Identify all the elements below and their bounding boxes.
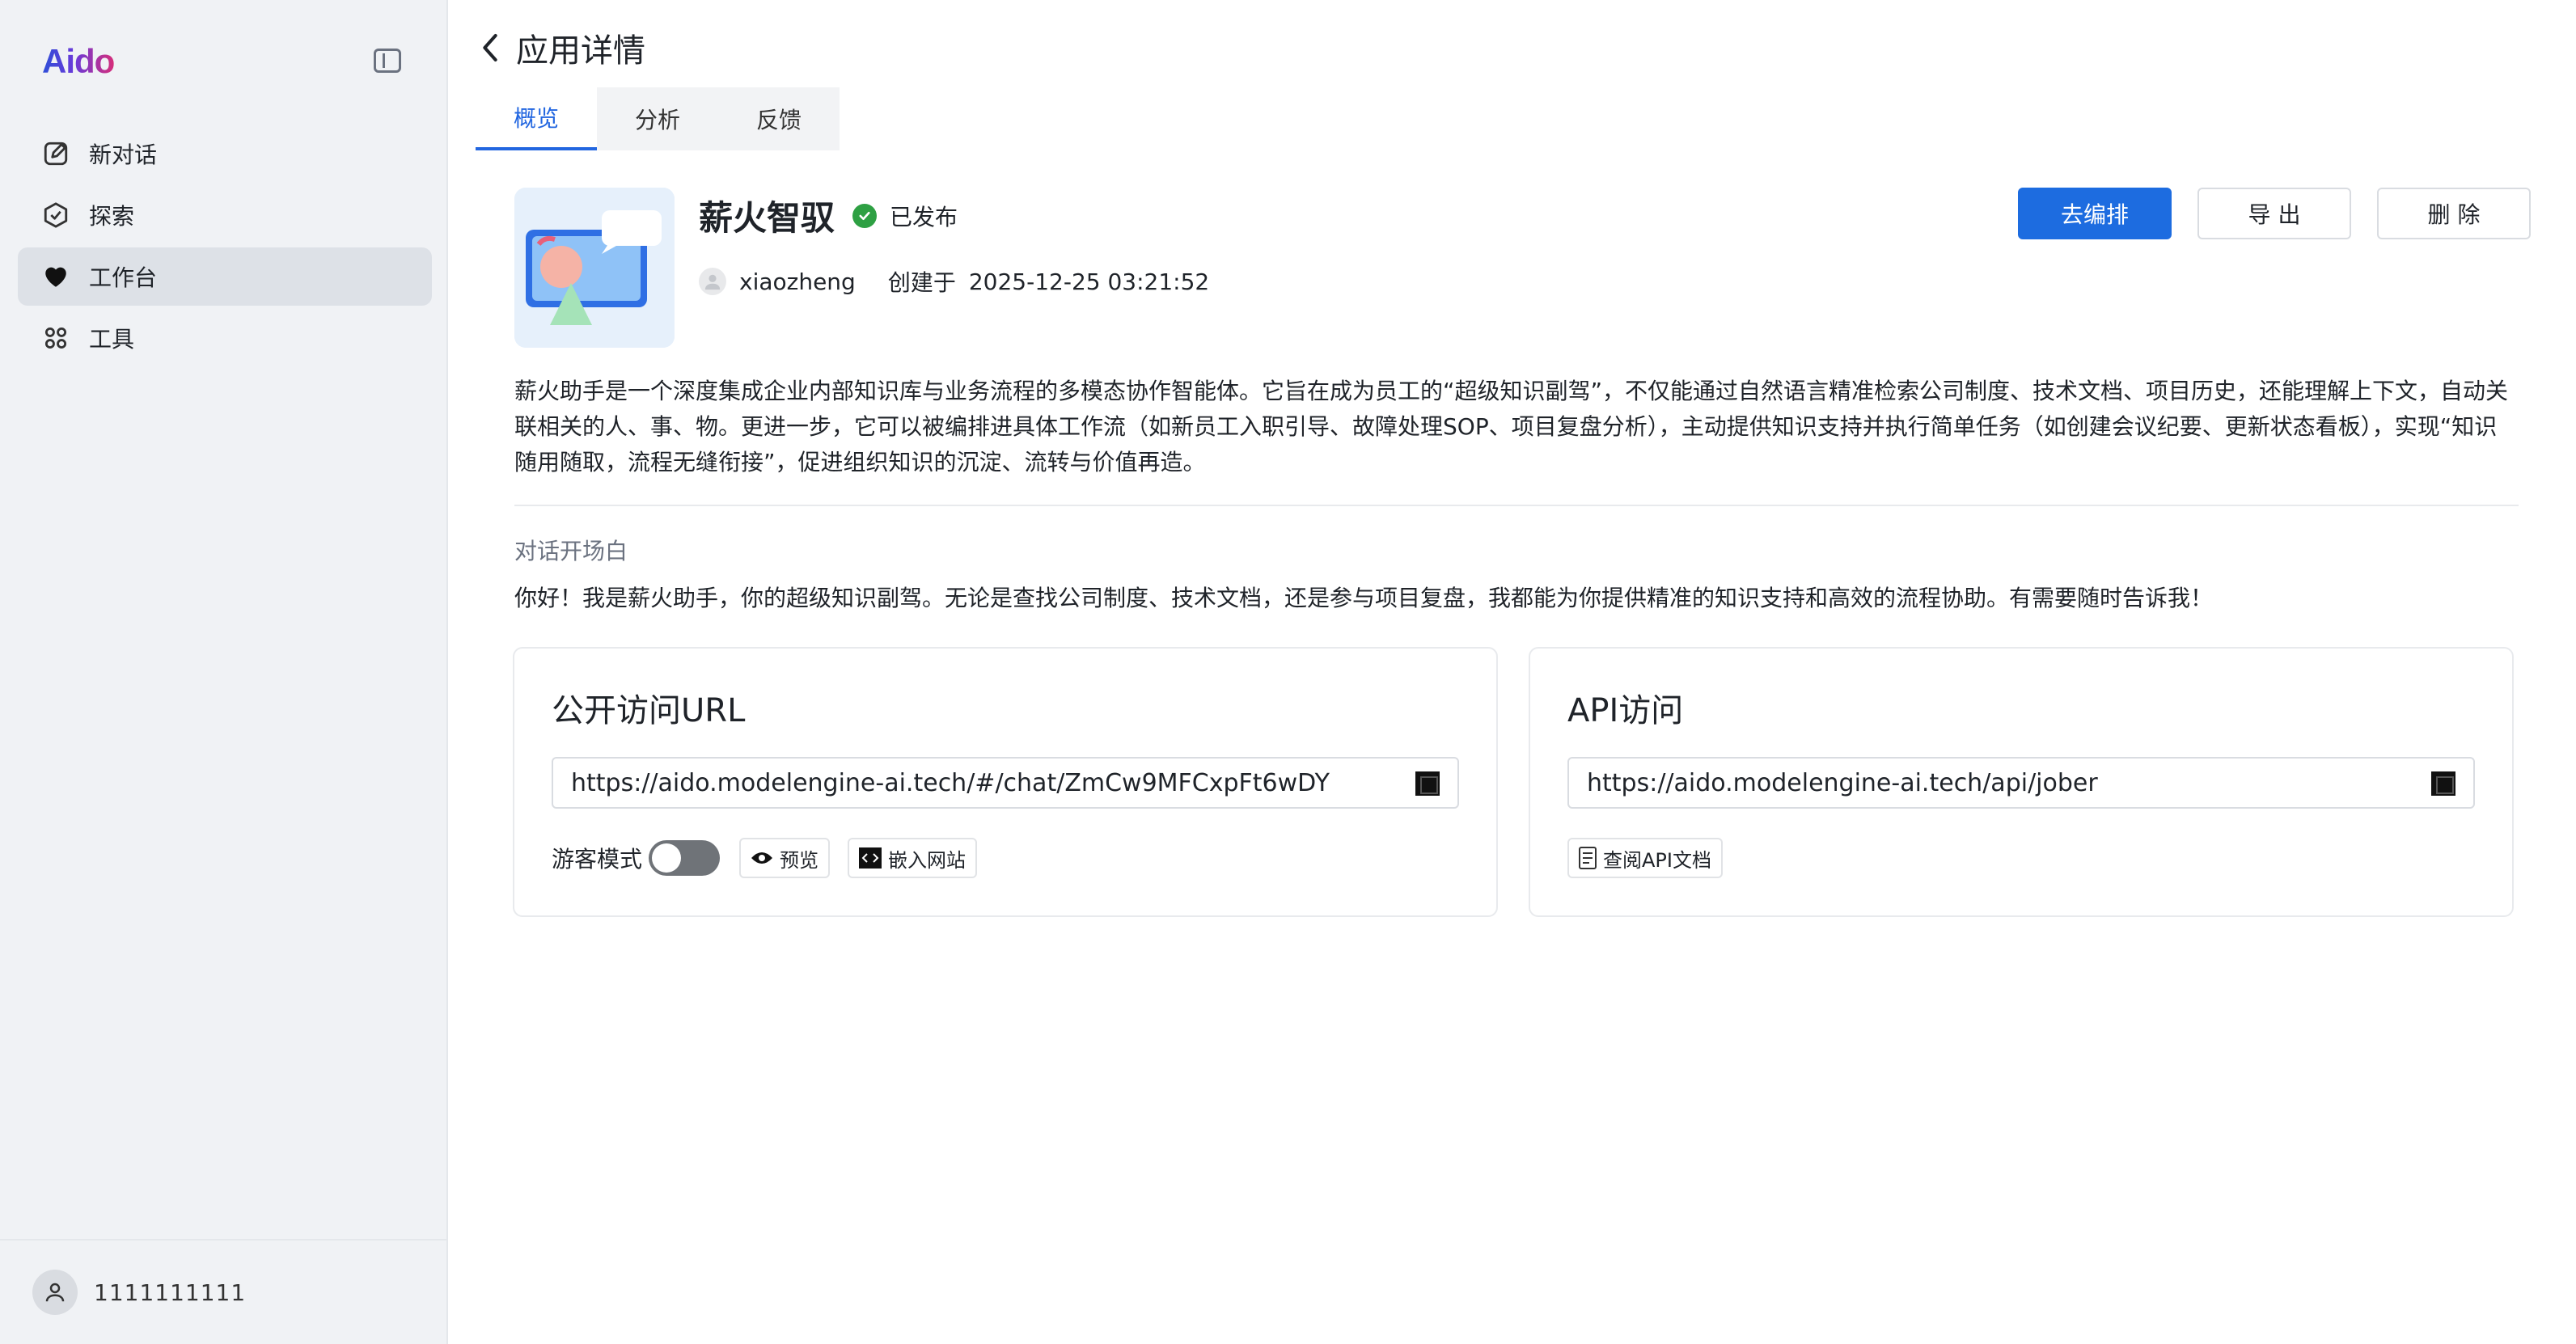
public-url-text: https://aido.modelengine-ai.tech/#/chat/… — [571, 768, 1330, 797]
status-badge: 已发布 — [852, 200, 958, 232]
sidebar-item-tools[interactable]: 工具 — [18, 309, 432, 367]
public-url-field[interactable]: https://aido.modelengine-ai.tech/#/chat/… — [552, 757, 1459, 809]
app-meta: xiaozheng 创建于 2025-12-25 03:21:52 — [699, 265, 1209, 298]
opening-text: 你好！我是薪火助手，你的超级知识副驾。无论是查找公司制度、技术文档，还是参与项目… — [514, 585, 2214, 611]
tab-overview[interactable]: 概览 — [476, 87, 597, 150]
sidebar-divider — [0, 1239, 448, 1240]
status-text: 已发布 — [890, 203, 958, 230]
app-icon — [514, 188, 675, 348]
sidebar-toggle-icon[interactable] — [374, 49, 401, 73]
app-name: 薪火智驭 — [699, 198, 835, 238]
copy-icon[interactable] — [2431, 771, 2455, 796]
tab-bar: 概览 分析 反馈 — [476, 87, 840, 150]
apps-grid-icon — [42, 324, 70, 352]
section-divider — [514, 505, 2519, 506]
main-content: 应用详情 概览 分析 反馈 薪火智驭 已发布 xiaozheng 创建于 202… — [450, 0, 2576, 1344]
delete-button[interactable]: 删 除 — [2377, 188, 2531, 239]
app-root: Aido 新对话 探索 工作台 工具 1111111111 应用详情 概览 分析… — [0, 0, 2576, 1344]
guest-mode-label: 游客模式 — [552, 846, 643, 873]
author-name: xiaozheng — [739, 268, 856, 295]
toggle-knob — [652, 843, 682, 873]
explore-icon — [42, 201, 70, 229]
sidebar-item-explore[interactable]: 探索 — [18, 186, 432, 244]
heart-icon — [42, 263, 70, 290]
action-bar: 去编排 导 出 删 除 — [1992, 188, 2531, 239]
guest-mode-toggle[interactable] — [649, 840, 721, 876]
user-name: 1111111111 — [94, 1278, 247, 1306]
created-label: 创建于 — [887, 269, 956, 296]
check-circle-icon — [852, 203, 878, 228]
eye-icon — [751, 850, 773, 866]
chevron-left-icon[interactable] — [474, 25, 506, 70]
sidebar-item-label: 新对话 — [89, 142, 158, 168]
sidebar-nav: 新对话 探索 工作台 工具 — [18, 125, 432, 370]
api-docs-label: 查阅API文档 — [1603, 848, 1711, 872]
sidebar-item-label: 工作台 — [89, 264, 158, 291]
user-profile[interactable]: 1111111111 — [32, 1270, 246, 1315]
card-title: API访问 — [1567, 692, 1684, 729]
sidebar: Aido 新对话 探索 工作台 工具 1111111111 — [0, 0, 448, 1344]
card-title: 公开访问URL — [552, 692, 746, 729]
edit-icon — [42, 140, 70, 167]
author-avatar-icon — [699, 268, 726, 295]
app-description: 薪火助手是一个深度集成企业内部知识库与业务流程的多模态协作智能体。它旨在成为员工… — [514, 378, 2509, 475]
copy-icon[interactable] — [1415, 771, 1440, 796]
sidebar-item-workbench[interactable]: 工作台 — [18, 247, 432, 306]
brand-logo[interactable]: Aido — [42, 42, 115, 81]
public-card-actions: 游客模式 预览 嵌入网站 — [552, 838, 995, 878]
api-url-field[interactable]: https://aido.modelengine-ai.tech/api/job… — [1567, 757, 2475, 809]
public-url-card: 公开访问URL https://aido.modelengine-ai.tech… — [513, 647, 1498, 917]
export-button[interactable]: 导 出 — [2197, 188, 2351, 239]
opening-label: 对话开场白 — [514, 538, 628, 564]
avatar — [32, 1270, 78, 1315]
tab-feedback[interactable]: 反馈 — [718, 87, 840, 150]
api-access-card: API访问 https://aido.modelengine-ai.tech/a… — [1529, 647, 2514, 917]
preview-button[interactable]: 预览 — [739, 838, 831, 878]
api-url-text: https://aido.modelengine-ai.tech/api/job… — [1587, 768, 2098, 797]
sidebar-item-label: 探索 — [89, 203, 135, 230]
app-title-row: 薪火智驭 已发布 — [699, 191, 958, 240]
created-time: 2025-12-25 03:21:52 — [968, 268, 1210, 295]
page-header: 应用详情 — [474, 24, 645, 71]
tab-analysis[interactable]: 分析 — [597, 87, 718, 150]
embed-website-button[interactable]: 嵌入网站 — [848, 838, 978, 878]
embed-label: 嵌入网站 — [888, 848, 967, 872]
document-icon — [1579, 847, 1597, 869]
api-docs-button[interactable]: 查阅API文档 — [1567, 838, 1723, 878]
preview-label: 预览 — [780, 848, 819, 872]
page-title: 应用详情 — [516, 32, 645, 70]
api-card-actions: 查阅API文档 — [1567, 838, 1741, 878]
code-icon — [859, 847, 882, 869]
sidebar-item-new-chat[interactable]: 新对话 — [18, 125, 432, 183]
edit-flow-button[interactable]: 去编排 — [2018, 188, 2172, 239]
sidebar-item-label: 工具 — [89, 326, 135, 353]
